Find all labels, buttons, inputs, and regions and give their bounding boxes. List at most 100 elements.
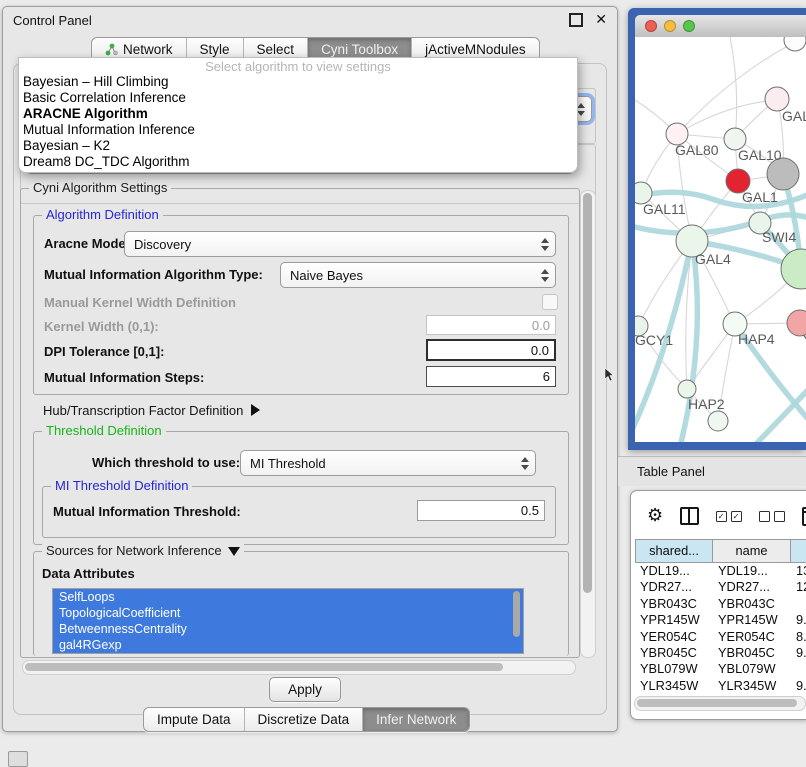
dropdown-option[interactable]: Mutual Information Inference bbox=[19, 122, 577, 138]
manual-kernel-checkbox[interactable] bbox=[542, 294, 558, 310]
node-label: GAL1 bbox=[742, 189, 778, 205]
table-cell: YER054C bbox=[635, 629, 713, 645]
apply-button[interactable]: Apply bbox=[269, 677, 341, 702]
split-columns-icon[interactable] bbox=[680, 507, 698, 525]
network-node[interactable] bbox=[784, 37, 806, 51]
mi-threshold-field[interactable] bbox=[417, 500, 545, 521]
dpi-tolerance-field[interactable] bbox=[426, 339, 556, 361]
node-label: GAL4 bbox=[695, 251, 731, 267]
dropdown-option[interactable]: ARACNE Algorithm bbox=[19, 106, 577, 122]
table-cell bbox=[791, 661, 806, 677]
aracne-mode-value: Discovery bbox=[125, 237, 535, 252]
which-threshold-label: Which threshold to use: bbox=[92, 455, 240, 470]
close-icon[interactable]: ✕ bbox=[595, 12, 607, 28]
node-label: HAP4 bbox=[738, 331, 775, 347]
table-cell: 9. bbox=[791, 612, 806, 628]
network-window-titlebar[interactable] bbox=[635, 15, 806, 37]
table-cell: YBR043C bbox=[635, 596, 713, 612]
table-row[interactable]: YBR045CYBR045C9. bbox=[635, 645, 806, 661]
table-cell bbox=[791, 596, 806, 612]
dropdown-option[interactable]: Bayesian – Hill Climbing bbox=[19, 74, 577, 90]
table-panel-toolbar: ⚙ ✓✓ bbox=[631, 499, 806, 533]
control-panel-title: Control Panel bbox=[13, 13, 569, 28]
aracne-mode-combo[interactable]: Discovery bbox=[124, 231, 556, 257]
panel-icon[interactable] bbox=[802, 507, 806, 526]
table-row[interactable]: YDR27...YDR27...12 bbox=[635, 579, 806, 595]
settings-vertical-scrollbar[interactable] bbox=[580, 190, 596, 658]
table-panel-title: Table Panel bbox=[618, 456, 806, 486]
settings-horizontal-scrollbar[interactable] bbox=[22, 660, 576, 675]
manual-kernel-label: Manual Kernel Width Definition bbox=[44, 295, 236, 310]
bottom-tab-impute-data[interactable]: Impute Data bbox=[144, 708, 245, 731]
bottom-tab-infer-network[interactable]: Infer Network bbox=[363, 708, 469, 731]
table-row[interactable]: YDL19...YDL19...13 bbox=[635, 563, 806, 579]
network-edge[interactable] bbox=[730, 37, 737, 139]
kernel-width-label: Kernel Width (0,1): bbox=[44, 319, 159, 334]
table-cell: YBR045C bbox=[713, 645, 791, 661]
tab-label: jActiveMNodules bbox=[425, 42, 526, 57]
dropdown-option[interactable]: Basic Correlation Inference bbox=[19, 90, 577, 106]
table-row[interactable]: YPR145WYPR145W9. bbox=[635, 612, 806, 628]
which-threshold-value: MI Threshold bbox=[241, 456, 515, 471]
algorithm-definition-group: Algorithm Definition Aracne Mode: Discov… bbox=[33, 215, 569, 395]
hub-definition-expander[interactable]: Hub/Transcription Factor Definition bbox=[43, 403, 260, 418]
table-cell: YBL079W bbox=[713, 661, 791, 677]
table-cell: YBL079W bbox=[635, 661, 713, 677]
network-icon bbox=[105, 43, 118, 56]
node-label: GCY1 bbox=[635, 332, 673, 348]
float-window-icon[interactable] bbox=[569, 13, 583, 27]
settings-group-title: Cyni Algorithm Settings bbox=[29, 180, 171, 195]
attribute-list-item[interactable]: TopologicalCoefficient bbox=[53, 605, 523, 621]
attribute-list-item[interactable]: BetweennessCentrality bbox=[53, 621, 523, 637]
column-header[interactable]: shared... bbox=[635, 539, 713, 563]
attribute-list-item[interactable]: SelfLoops bbox=[53, 589, 523, 605]
mi-type-label: Mutual Information Algorithm Type: bbox=[44, 267, 263, 282]
zoom-traffic-light[interactable] bbox=[683, 20, 695, 32]
data-attributes-list[interactable]: SelfLoopsTopologicalCoefficientBetweenne… bbox=[52, 588, 524, 654]
node-table: shared...nameAYDL19...YDL19...13YDR27...… bbox=[635, 539, 806, 711]
table-cell: YLR345W bbox=[635, 678, 713, 694]
table-cell: YDR27... bbox=[635, 579, 713, 595]
which-threshold-combo[interactable]: MI Threshold bbox=[240, 450, 536, 476]
minimize-traffic-light[interactable] bbox=[664, 20, 676, 32]
table-cell: YPR145W bbox=[635, 612, 713, 628]
node-label: GAL bbox=[782, 108, 806, 124]
mi-algorithm-type-combo[interactable]: Naive Bayes bbox=[280, 262, 556, 288]
mouse-cursor bbox=[605, 368, 615, 382]
attribute-list-item[interactable]: gal4RGexp bbox=[53, 637, 523, 653]
table-row[interactable]: YER054CYER054C8. bbox=[635, 629, 806, 645]
network-node[interactable] bbox=[708, 411, 728, 431]
table-cell: 9. bbox=[791, 645, 806, 661]
mi-steps-field[interactable] bbox=[426, 366, 556, 387]
table-horizontal-scrollbar[interactable] bbox=[634, 696, 806, 711]
table-cell: 13 bbox=[791, 563, 806, 579]
list-scrollbar[interactable] bbox=[512, 591, 521, 651]
column-header[interactable]: name bbox=[713, 539, 791, 563]
node-label: GAL11 bbox=[643, 201, 686, 217]
table-cell: YDR27... bbox=[713, 579, 791, 595]
network-node[interactable] bbox=[781, 249, 806, 289]
dropdown-option[interactable]: Dream8 DC_TDC Algorithm bbox=[19, 154, 577, 170]
table-row[interactable]: YBL079WYBL079W bbox=[635, 661, 806, 677]
table-row[interactable]: YLR345WYLR345W9. bbox=[635, 678, 806, 694]
network-canvas[interactable]: GALGAL80GAL10GAL1GAL11SWI4GAL4GCY1HAP4YH… bbox=[635, 37, 806, 442]
column-header[interactable]: A bbox=[791, 539, 806, 563]
checked-boxes-icon[interactable]: ✓✓ bbox=[716, 511, 742, 522]
control-panel-titlebar: Control Panel ✕ bbox=[3, 7, 617, 33]
gear-icon[interactable]: ⚙ bbox=[647, 507, 663, 525]
dropdown-option[interactable]: Bayesian – K2 bbox=[19, 138, 577, 154]
dropdown-option-list: Bayesian – Hill ClimbingBasic Correlatio… bbox=[19, 74, 577, 170]
kernel-width-field[interactable] bbox=[426, 315, 556, 335]
close-traffic-light[interactable] bbox=[645, 20, 657, 32]
table-cell: YDL19... bbox=[713, 563, 791, 579]
node-label: GAL10 bbox=[738, 147, 782, 163]
unchecked-boxes-icon[interactable] bbox=[759, 511, 785, 522]
node-label: GAL80 bbox=[675, 142, 719, 158]
table-row[interactable]: YBR043CYBR043C bbox=[635, 596, 806, 612]
network-edge[interactable] bbox=[677, 100, 775, 134]
algorithm-definition-title: Algorithm Definition bbox=[42, 207, 163, 222]
table-cell: YPR145W bbox=[713, 612, 791, 628]
collapsed-panel-grip[interactable] bbox=[8, 751, 28, 767]
bottom-tab-bar: Impute DataDiscretize DataInfer Network bbox=[143, 707, 470, 732]
bottom-tab-discretize-data[interactable]: Discretize Data bbox=[245, 708, 364, 731]
